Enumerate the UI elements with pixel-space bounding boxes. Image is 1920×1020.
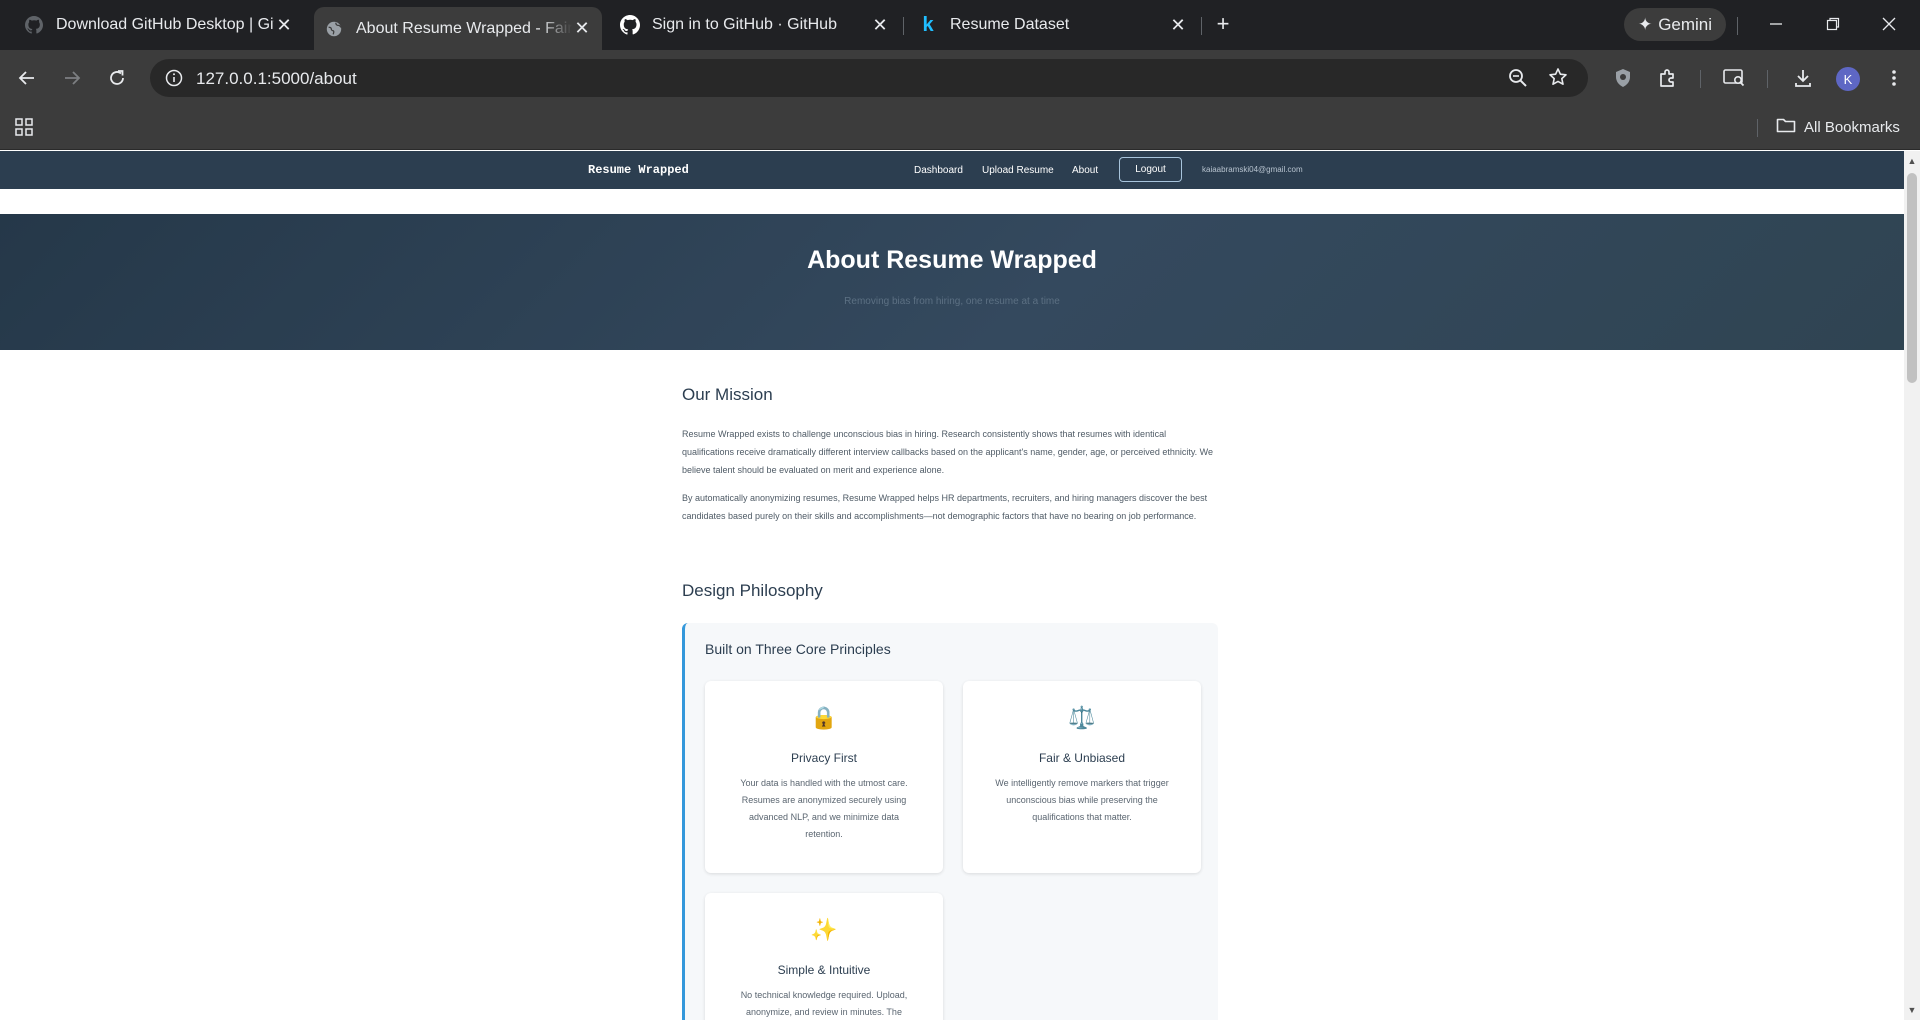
tab-separator bbox=[1201, 17, 1202, 35]
tab-title: About Resume Wrapped - Fair H bbox=[356, 19, 572, 37]
scrollbar-thumb[interactable] bbox=[1907, 173, 1917, 383]
principle-description: We intelligently remove markers that tri… bbox=[995, 778, 1169, 822]
site-brand[interactable]: Resume Wrapped bbox=[588, 163, 689, 177]
tab-title: Resume Dataset bbox=[950, 16, 1070, 33]
apps-grid-icon[interactable] bbox=[14, 117, 34, 137]
cast-search-icon[interactable] bbox=[1720, 64, 1748, 92]
lock-icon: 🔒 bbox=[810, 705, 838, 730]
page-viewport: Resume Wrapped Dashboard Upload Resume A… bbox=[0, 151, 1904, 1020]
all-bookmarks-label: All Bookmarks bbox=[1804, 118, 1900, 136]
bookmarks-divider bbox=[1757, 119, 1758, 137]
toolbar-divider bbox=[1767, 70, 1768, 88]
principle-card: ⚖️ Fair & Unbiased We intelligently remo… bbox=[963, 681, 1201, 873]
browser-tab[interactable]: Sign in to GitHub · GitHub ✕ bbox=[620, 8, 890, 42]
scroll-down-icon[interactable]: ▼ bbox=[1907, 1005, 1917, 1015]
bookmarks-bar: All Bookmarks bbox=[0, 106, 1920, 150]
url-text: 127.0.0.1:5000/about bbox=[196, 69, 357, 88]
address-bar[interactable]: 127.0.0.1:5000/about bbox=[150, 59, 1588, 97]
close-tab-icon[interactable]: ✕ bbox=[572, 18, 592, 39]
tab-title: Sign in to GitHub · GitHub bbox=[652, 16, 837, 33]
menu-dots-icon[interactable] bbox=[1880, 64, 1908, 92]
hero-banner: About Resume Wrapped Removing bias from … bbox=[0, 214, 1904, 350]
philosophy-heading: Design Philosophy bbox=[682, 581, 823, 600]
close-window-icon[interactable] bbox=[1877, 12, 1901, 36]
close-tab-icon[interactable]: ✕ bbox=[274, 15, 294, 35]
principle-title: Fair & Unbiased bbox=[1038, 751, 1126, 765]
mission-paragraph: Resume Wrapped exists to challenge uncon… bbox=[682, 429, 1214, 475]
principle-card: 🔒 Privacy First Your data is handled wit… bbox=[705, 681, 943, 873]
principle-description: No technical knowledge required. Upload,… bbox=[740, 990, 908, 1017]
nav-about-link[interactable]: About bbox=[1072, 165, 1098, 176]
close-tab-icon[interactable]: ✕ bbox=[870, 15, 890, 35]
minimize-icon[interactable] bbox=[1764, 12, 1788, 36]
nav-upload-link[interactable]: Upload Resume bbox=[982, 165, 1054, 176]
tab-title: Download GitHub Desktop | Git bbox=[56, 16, 274, 33]
back-icon[interactable] bbox=[13, 64, 41, 92]
profile-avatar[interactable]: K bbox=[1836, 67, 1860, 91]
page-subtitle: Removing bias from hiring, one resume at… bbox=[844, 296, 1060, 307]
sparkle-icon: ✦ bbox=[1637, 14, 1653, 34]
principles-panel: Built on Three Core Principles 🔒 Privacy… bbox=[682, 623, 1218, 1020]
bookmark-star-icon[interactable] bbox=[1548, 67, 1568, 92]
browser-tab-strip: Download GitHub Desktop | Git ✕ About Re… bbox=[0, 0, 1920, 50]
mission-heading: Our Mission bbox=[682, 385, 773, 404]
tab-separator bbox=[1737, 17, 1738, 35]
sparkles-icon: ✨ bbox=[810, 917, 838, 942]
close-tab-icon[interactable]: ✕ bbox=[1168, 15, 1188, 35]
all-bookmarks-button[interactable]: All Bookmarks bbox=[1776, 116, 1900, 138]
kaggle-icon: k bbox=[922, 13, 934, 36]
gemini-label: Gemini bbox=[1658, 14, 1713, 34]
page-scrollbar[interactable]: ▲ ▼ bbox=[1904, 151, 1920, 1020]
scroll-up-icon[interactable]: ▲ bbox=[1907, 156, 1917, 166]
browser-tab[interactable]: Download GitHub Desktop | Git ✕ bbox=[24, 8, 294, 42]
mission-paragraph: By automatically anonymizing resumes, Re… bbox=[682, 493, 1208, 521]
github-icon bbox=[620, 15, 640, 35]
principles-subheading: Built on Three Core Principles bbox=[705, 641, 891, 657]
scales-icon: ⚖️ bbox=[1068, 705, 1096, 730]
github-icon bbox=[24, 15, 44, 35]
principle-title: Privacy First bbox=[791, 751, 857, 765]
shield-extension-icon[interactable] bbox=[1609, 64, 1637, 92]
site-navbar: Resume Wrapped Dashboard Upload Resume A… bbox=[0, 151, 1904, 189]
browser-tab[interactable]: k Resume Dataset ✕ bbox=[918, 8, 1188, 42]
gemini-button[interactable]: ✦ Gemini bbox=[1624, 8, 1726, 41]
principle-title: Simple & Intuitive bbox=[777, 963, 871, 977]
zoom-icon[interactable] bbox=[1508, 68, 1528, 93]
logout-button[interactable]: Logout bbox=[1119, 157, 1182, 182]
toolbar-divider bbox=[1700, 70, 1701, 88]
site-info-icon[interactable] bbox=[164, 68, 184, 88]
extensions-puzzle-icon[interactable] bbox=[1654, 64, 1682, 92]
principle-description: Your data is handled with the utmost car… bbox=[740, 778, 908, 839]
download-icon[interactable] bbox=[1789, 64, 1817, 92]
globe-icon bbox=[324, 19, 344, 39]
restore-icon[interactable] bbox=[1821, 12, 1845, 36]
principle-card: ✨ Simple & Intuitive No technical knowle… bbox=[705, 893, 943, 1020]
new-tab-button[interactable]: + bbox=[1212, 13, 1234, 36]
page-title: About Resume Wrapped bbox=[807, 246, 1097, 274]
tab-separator bbox=[903, 17, 904, 35]
folder-icon bbox=[1776, 116, 1796, 138]
browser-toolbar: 127.0.0.1:5000/about bbox=[0, 50, 1920, 106]
browser-tab-active[interactable]: About Resume Wrapped - Fair H ✕ bbox=[314, 7, 602, 50]
forward-icon[interactable] bbox=[58, 64, 86, 92]
nav-dashboard-link[interactable]: Dashboard bbox=[914, 165, 963, 176]
reload-icon[interactable] bbox=[103, 64, 131, 92]
user-email: kaiaabramski04@gmail.com bbox=[1202, 165, 1303, 174]
